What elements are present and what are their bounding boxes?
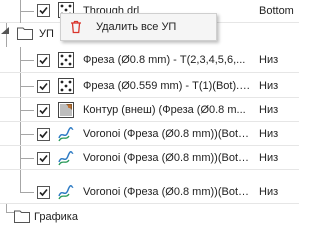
row-checkbox[interactable] [37,186,50,199]
drill-holes-icon [58,52,74,68]
folder-label: Графика [34,211,78,223]
row-side: Низ [259,152,279,164]
tree-folder-graphics[interactable]: Графика [0,204,299,234]
tree-guide-line [6,212,14,213]
tree-row-operation[interactable]: Voronoi (Фреза (Ø0.8 mm))(Bot).... Низ [0,146,299,170]
folder-icon [14,210,30,223]
tree-row-operation[interactable]: Фреза (Ø0.8 mm) - T(2,3,4,5,6,... Низ [0,47,299,73]
row-side: Низ [259,80,279,92]
contour-icon [58,102,74,118]
row-checkbox[interactable] [37,4,50,17]
tree-row-operation[interactable]: Фреза (Ø0.559 mm) - T(1)(Bot).t... Низ [0,73,299,98]
row-checkbox[interactable] [37,104,50,117]
folder-expanded-arrow-icon[interactable] [0,26,10,35]
tree-row-operation[interactable]: Voronoi (Фреза (Ø0.8 mm))(Bot).... Низ [0,122,299,146]
drill-holes-icon [58,78,74,94]
row-label: Voronoi (Фреза (Ø0.8 mm))(Bot).... [83,128,251,140]
delete-all-programs-menu-item[interactable]: Удалить все УП [61,14,216,40]
row-side: Низ [259,104,279,116]
tree-row-operation[interactable]: Voronoi (Фреза (Ø0.8 mm))(Bot).... Низ [0,170,299,204]
row-checkbox[interactable] [37,54,50,67]
tree-guide-line [20,11,34,12]
tree-guide-line [20,192,34,193]
tree-row-operation[interactable]: Контур (внеш) (Фреза (Ø0.8 m... Низ [0,98,299,122]
tree-guide-line [20,134,34,135]
row-label: Voronoi (Фреза (Ø0.8 mm))(Bot).... [83,186,251,198]
row-label: Фреза (Ø0.8 mm) - T(2,3,4,5,6,... [83,54,246,66]
tree-guide-line [20,86,34,87]
row-checkbox[interactable] [37,152,50,165]
tree-guide-line [6,204,7,212]
row-side: Низ [259,54,279,66]
voronoi-icon [58,127,74,142]
tree-guide-line [20,158,34,159]
row-side: Низ [259,186,279,198]
row-checkbox[interactable] [37,128,50,141]
voronoi-icon [58,185,74,200]
voronoi-icon [58,151,74,166]
trash-icon [71,20,81,34]
menu-item-label: Удалить все УП [96,21,177,33]
tree-guide-line [20,110,34,111]
row-checkbox[interactable] [37,80,50,93]
context-menu: Удалить все УП [60,13,217,41]
row-label: Контур (внеш) (Фреза (Ø0.8 m... [83,104,246,116]
folder-icon [17,27,33,40]
row-side: Bottom [259,5,294,17]
row-label: Voronoi (Фреза (Ø0.8 mm))(Bot).... [83,152,251,164]
tree-guide-line [20,60,34,61]
row-side: Низ [259,128,279,140]
row-label: Фреза (Ø0.559 mm) - T(1)(Bot).t... [83,80,251,92]
